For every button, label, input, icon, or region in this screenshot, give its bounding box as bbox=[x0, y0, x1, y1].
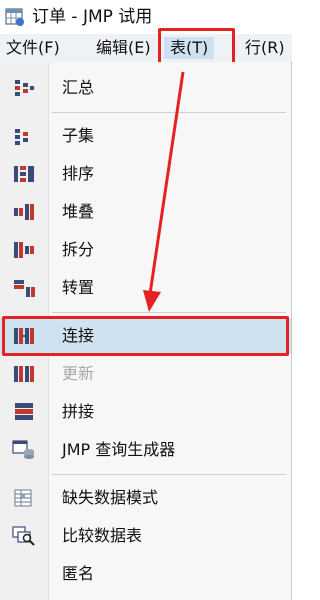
menu-item-label: 缺失数据模式 bbox=[62, 488, 159, 507]
separator bbox=[52, 312, 286, 313]
menu-tables[interactable]: 表(T) bbox=[164, 37, 215, 59]
menu-item-label: 堆叠 bbox=[62, 202, 95, 221]
menu-rows[interactable]: 行(R) bbox=[243, 37, 287, 59]
menu-item-anonymize[interactable]: 匿名 bbox=[0, 556, 291, 592]
menu-item-label: 排序 bbox=[62, 164, 95, 183]
menu-item-label: 拼接 bbox=[62, 402, 95, 421]
menu-item-label: 拆分 bbox=[62, 240, 95, 259]
query-builder-icon bbox=[12, 440, 34, 459]
menu-item-label: JMP 查询生成器 bbox=[62, 440, 176, 459]
sort-icon bbox=[14, 166, 34, 182]
menu-bar: 文件(F) 编辑(E) 表(T) 行(R) bbox=[0, 34, 292, 63]
separator bbox=[52, 112, 286, 113]
menu-item-label: 汇总 bbox=[62, 78, 95, 97]
tables-dropdown-menu: 汇总 子集 排序 堆叠 拆分 转置 连接 更新 拼接 JMP 查询生成器 缺失数… bbox=[0, 62, 292, 600]
stack-icon bbox=[14, 204, 34, 220]
join-icon bbox=[14, 328, 34, 344]
menu-item-label: 转置 bbox=[62, 278, 95, 297]
separator bbox=[52, 474, 286, 475]
menu-item-label: 比较数据表 bbox=[62, 526, 143, 545]
menu-item-compare-tables[interactable]: 比较数据表 bbox=[0, 518, 291, 554]
menu-edit[interactable]: 编辑(E) bbox=[94, 37, 153, 59]
menu-item-missing-data-pattern[interactable]: 缺失数据模式 bbox=[0, 480, 291, 516]
compare-tables-icon bbox=[12, 526, 35, 546]
menu-item-concatenate[interactable]: 拼接 bbox=[0, 394, 291, 430]
summary-icon bbox=[15, 80, 34, 96]
split-icon bbox=[14, 242, 34, 258]
missing-data-pattern-icon bbox=[14, 489, 32, 507]
menu-item-summary[interactable]: 汇总 bbox=[0, 70, 291, 106]
menu-item-split[interactable]: 拆分 bbox=[0, 232, 291, 268]
menu-item-stack[interactable]: 堆叠 bbox=[0, 194, 291, 230]
menu-item-update: 更新 bbox=[0, 356, 291, 392]
menu-item-label: 匿名 bbox=[62, 564, 95, 583]
menu-file[interactable]: 文件(F) bbox=[4, 37, 62, 59]
menu-item-label: 子集 bbox=[62, 126, 95, 145]
jmp-table-icon bbox=[5, 8, 24, 26]
menu-item-sort[interactable]: 排序 bbox=[0, 156, 291, 192]
menu-item-query-builder[interactable]: JMP 查询生成器 bbox=[0, 432, 291, 468]
menu-item-transpose[interactable]: 转置 bbox=[0, 270, 291, 306]
menu-item-subset[interactable]: 子集 bbox=[0, 118, 291, 154]
title-bar: 订单 - JMP 试用 bbox=[0, 0, 292, 34]
update-icon bbox=[14, 366, 34, 382]
concatenate-icon bbox=[15, 403, 33, 420]
menu-item-join[interactable]: 连接 bbox=[0, 318, 291, 354]
menu-item-label: 连接 bbox=[62, 326, 95, 345]
menu-item-label: 更新 bbox=[62, 364, 95, 383]
window-title: 订单 - JMP 试用 bbox=[32, 7, 153, 27]
transpose-icon bbox=[14, 280, 35, 297]
subset-icon bbox=[15, 129, 28, 145]
